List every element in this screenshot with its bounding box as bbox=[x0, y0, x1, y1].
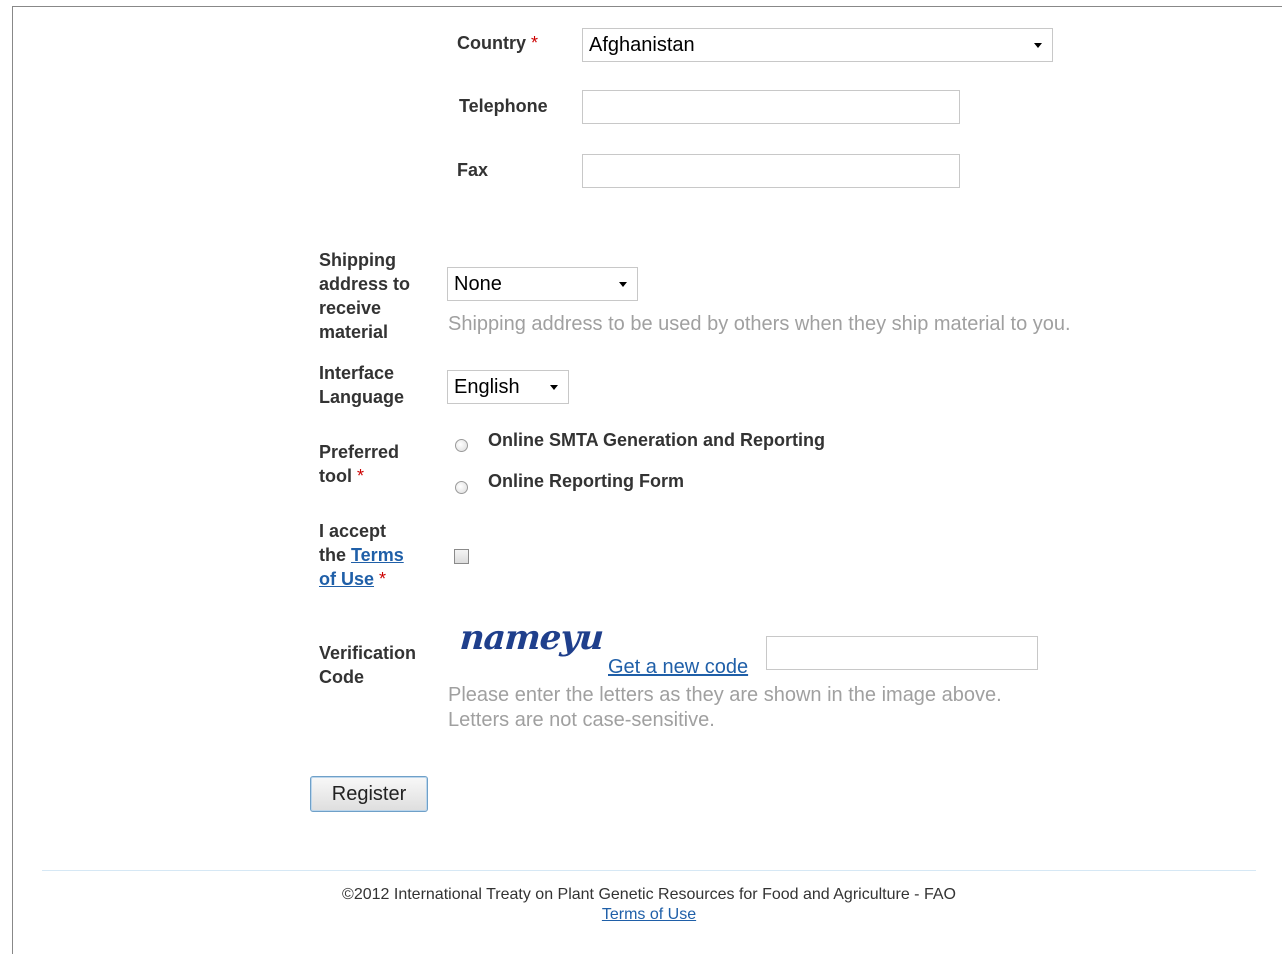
chevron-down-icon bbox=[1034, 43, 1042, 48]
radio-smta-label[interactable]: Online SMTA Generation and Reporting bbox=[488, 428, 825, 452]
chevron-down-icon bbox=[550, 385, 558, 390]
accept-terms-checkbox[interactable] bbox=[454, 549, 469, 564]
terms-of-use-link-cont[interactable]: of Use bbox=[319, 569, 374, 589]
radio-reporting-form[interactable] bbox=[455, 481, 468, 494]
footer-divider bbox=[42, 870, 1256, 871]
preferred-tool-label: Preferred tool * bbox=[319, 442, 400, 486]
verification-code-input[interactable] bbox=[766, 636, 1038, 670]
captcha-image: nameyu bbox=[458, 618, 605, 658]
interface-language-label: Interface Language bbox=[319, 363, 405, 407]
footer: ©2012 International Treaty on Plant Gene… bbox=[249, 886, 1049, 924]
shipping-address-select[interactable]: None bbox=[447, 267, 638, 301]
footer-terms-link[interactable]: Terms of Use bbox=[602, 906, 696, 923]
footer-copyright: ©2012 International Treaty on Plant Gene… bbox=[342, 886, 956, 903]
required-mark: * bbox=[357, 466, 365, 486]
fax-label: Fax bbox=[457, 160, 489, 180]
verification-code-label: Verification Code bbox=[319, 643, 417, 687]
required-mark: * bbox=[531, 33, 539, 53]
register-button[interactable]: Register bbox=[310, 776, 428, 812]
country-select[interactable]: Afghanistan bbox=[582, 28, 1053, 62]
shipping-label: Shipping address to receive material bbox=[319, 250, 411, 342]
radio-reporting-form-label[interactable]: Online Reporting Form bbox=[488, 469, 684, 493]
country-select-value: Afghanistan bbox=[589, 33, 695, 56]
radio-smta[interactable] bbox=[455, 439, 468, 452]
fax-input[interactable] bbox=[582, 154, 960, 188]
shipping-hint: Shipping address to be used by others wh… bbox=[448, 313, 1071, 335]
get-new-code-link[interactable]: Get a new code bbox=[608, 656, 748, 679]
required-mark: * bbox=[379, 569, 387, 589]
telephone-input[interactable] bbox=[582, 90, 960, 124]
language-select-value: English bbox=[454, 375, 520, 398]
interface-language-select[interactable]: English bbox=[447, 370, 569, 404]
verification-hint: Please enter the letters as they are sho… bbox=[448, 684, 1002, 731]
country-label: Country * bbox=[457, 33, 539, 53]
chevron-down-icon bbox=[619, 282, 627, 287]
terms-of-use-link[interactable]: Terms bbox=[351, 545, 404, 565]
shipping-select-value: None bbox=[454, 272, 502, 295]
telephone-label: Telephone bbox=[459, 96, 548, 116]
terms-label: I accept the Terms of Use * bbox=[319, 521, 404, 589]
